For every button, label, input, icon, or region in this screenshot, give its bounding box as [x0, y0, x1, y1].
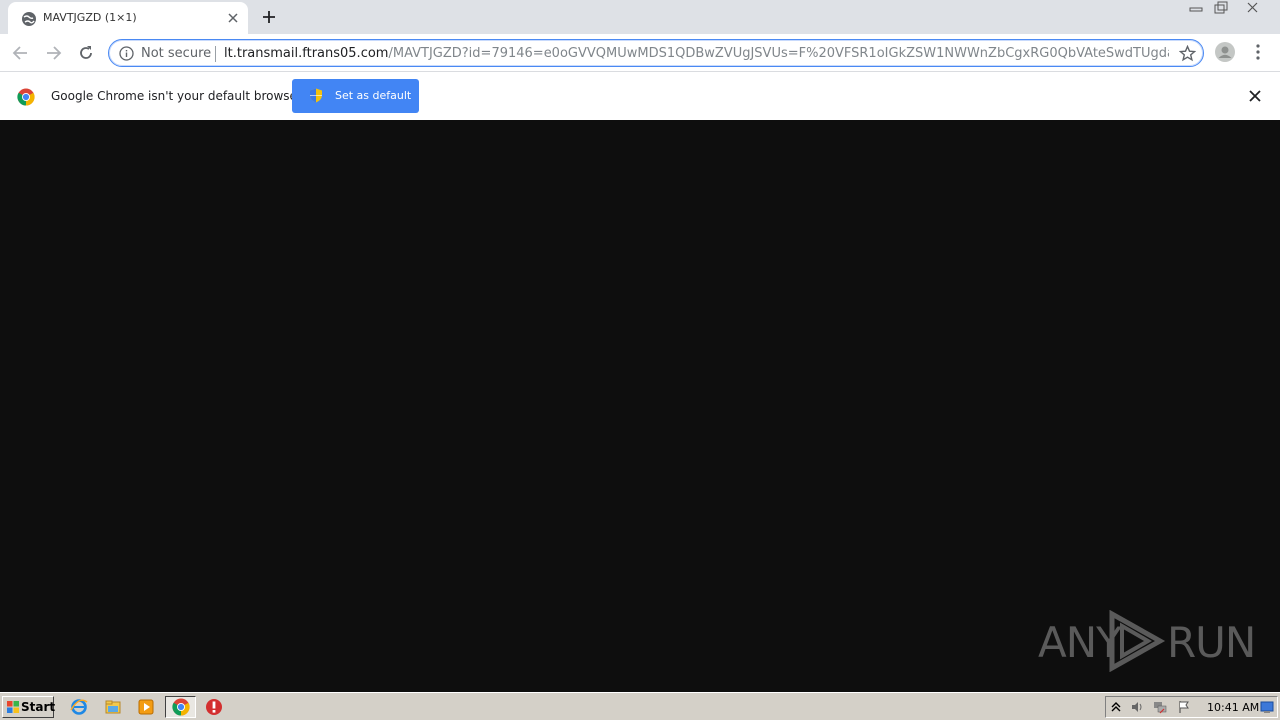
chrome-logo-icon	[17, 88, 35, 106]
show-hidden-icons-chevron-icon[interactable]	[1109, 700, 1123, 714]
reload-icon[interactable]	[76, 43, 96, 63]
system-tray: 10:41 AM	[1105, 696, 1278, 718]
default-browser-infobar: Google Chrome isn't your default browser…	[0, 71, 1280, 120]
tab-strip: MAVTJGZD (1×1)	[0, 0, 1280, 34]
media-player-icon[interactable]	[137, 698, 155, 716]
uac-shield-icon	[310, 88, 322, 103]
close-tab-icon[interactable]	[225, 10, 241, 26]
windows-flag-icon	[7, 701, 19, 713]
back-arrow-icon[interactable]	[11, 43, 31, 63]
watermark-right-text: RUN	[1167, 618, 1256, 667]
browser-tab[interactable]: MAVTJGZD (1×1)	[8, 2, 248, 34]
taskbar: Start 10:41 AM	[0, 692, 1280, 720]
play-logo-icon	[1109, 610, 1166, 672]
set-as-default-button[interactable]: Set as default	[292, 79, 419, 113]
chrome-taskbar-icon	[172, 698, 190, 716]
close-infobar-icon[interactable]	[1248, 89, 1262, 103]
url-path: /MAVTJGZD?id=79146=e0oGVVQMUwMDS1QDBwZVU…	[388, 46, 1169, 61]
browser-toolbar: Not secure lt.transmail.ftrans05.com/MAV…	[0, 34, 1280, 71]
internet-explorer-icon[interactable]	[70, 698, 88, 716]
infobar-message: Google Chrome isn't your default browser	[51, 89, 302, 103]
anyrun-watermark: ANY RUN	[1038, 610, 1256, 672]
taskbar-clock[interactable]: 10:41 AM	[1207, 701, 1259, 714]
profile-avatar-icon[interactable]	[1215, 42, 1235, 62]
volume-icon[interactable]	[1130, 700, 1144, 714]
page-content	[0, 120, 1280, 692]
close-window-icon[interactable]	[1240, 0, 1266, 18]
bookmark-star-icon[interactable]	[1179, 45, 1196, 62]
start-button[interactable]: Start	[2, 696, 56, 718]
file-explorer-icon[interactable]	[104, 698, 122, 716]
chrome-menu-icon[interactable]	[1249, 42, 1267, 62]
url-text[interactable]: lt.transmail.ftrans05.com/MAVTJGZD?id=79…	[224, 46, 1169, 61]
action-center-flag-icon[interactable]	[1177, 700, 1191, 714]
tab-title: MAVTJGZD (1×1)	[43, 11, 137, 24]
show-desktop-icon[interactable]	[1260, 700, 1274, 714]
info-icon[interactable]	[119, 46, 134, 61]
stop-sign-icon[interactable]	[205, 698, 223, 716]
minimize-icon[interactable]	[1183, 0, 1209, 18]
url-host: lt.transmail.ftrans05.com	[224, 46, 389, 61]
set-as-default-label: Set as default	[335, 89, 412, 102]
network-icon[interactable]	[1153, 700, 1167, 714]
new-tab-plus-icon[interactable]	[260, 8, 278, 26]
globe-icon	[22, 12, 36, 26]
chrome-taskbar-button[interactable]	[165, 696, 196, 718]
address-bar[interactable]: Not secure lt.transmail.ftrans05.com/MAV…	[108, 39, 1204, 67]
not-secure-label[interactable]: Not secure	[141, 46, 211, 61]
forward-arrow-icon[interactable]	[43, 43, 63, 63]
omnibox-separator	[215, 46, 216, 62]
start-label: Start	[21, 700, 56, 714]
restore-icon[interactable]	[1208, 0, 1234, 18]
